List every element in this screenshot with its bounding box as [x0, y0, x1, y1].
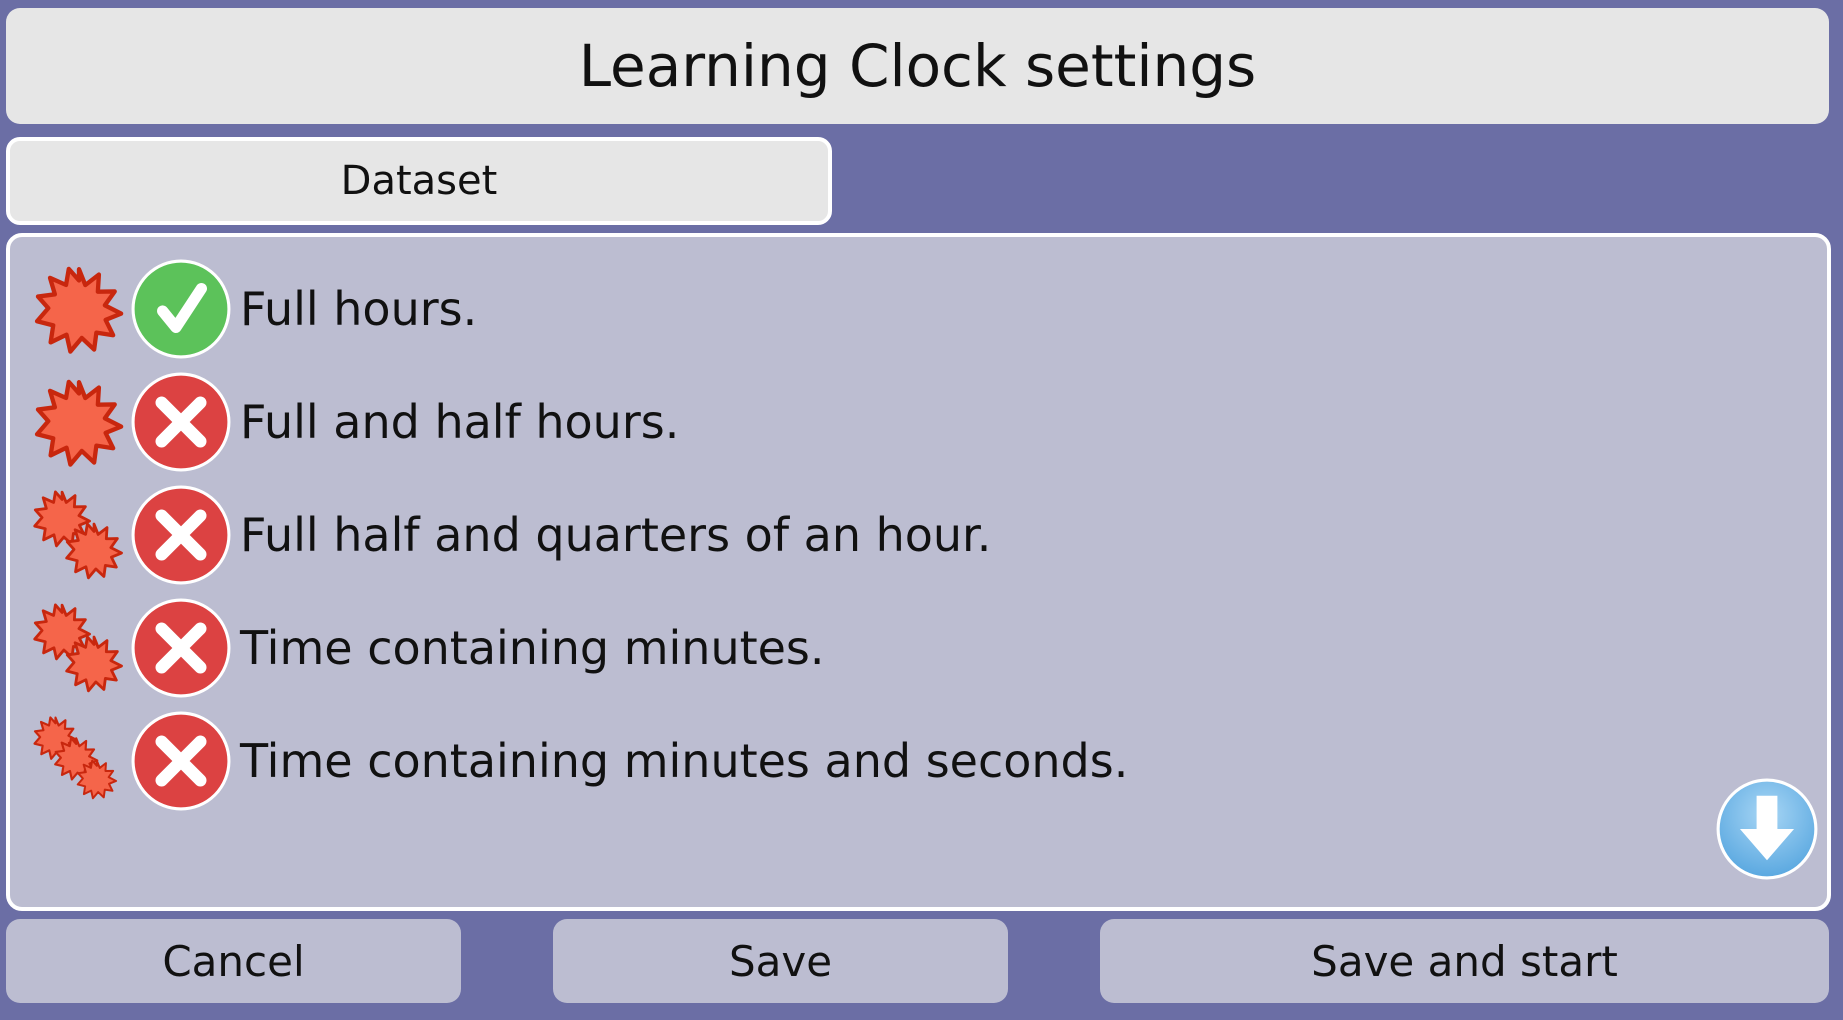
- dataset-item-quarters[interactable]: Full half and quarters of an hour.: [32, 483, 991, 587]
- dataset-item-label: Full and half hours.: [240, 395, 680, 449]
- cross-icon[interactable]: [130, 371, 232, 473]
- save-and-start-button[interactable]: Save and start: [1100, 919, 1829, 1003]
- arrow-down-icon[interactable]: [1715, 777, 1819, 881]
- double-star-icon: [33, 603, 123, 693]
- cross-icon[interactable]: [130, 597, 232, 699]
- triple-star-icon: [33, 716, 118, 800]
- dataset-item-label: Time containing minutes and seconds.: [240, 734, 1129, 788]
- dataset-item-label: Time containing minutes.: [240, 621, 825, 675]
- dataset-item-full-hours[interactable]: Full hours.: [32, 257, 477, 361]
- cross-icon[interactable]: [130, 484, 232, 586]
- check-icon[interactable]: [130, 258, 232, 360]
- dataset-panel: Full hours. Full and half hours. Full ha…: [6, 233, 1831, 911]
- dataset-item-label: Full hours.: [240, 282, 478, 336]
- dataset-item-minutes[interactable]: Time containing minutes.: [32, 596, 825, 700]
- single-star-icon: [32, 262, 126, 356]
- dataset-item-label: Full half and quarters of an hour.: [240, 508, 992, 562]
- tab-dataset[interactable]: Dataset: [6, 137, 832, 225]
- page-title: Learning Clock settings: [6, 8, 1829, 124]
- double-star-icon: [33, 490, 123, 580]
- dataset-item-minutes-seconds[interactable]: Time containing minutes and seconds.: [32, 709, 1128, 813]
- save-button[interactable]: Save: [553, 919, 1008, 1003]
- dataset-item-full-half-hours[interactable]: Full and half hours.: [32, 370, 679, 474]
- cross-icon[interactable]: [130, 710, 232, 812]
- single-star-icon: [32, 375, 126, 469]
- cancel-button[interactable]: Cancel: [6, 919, 461, 1003]
